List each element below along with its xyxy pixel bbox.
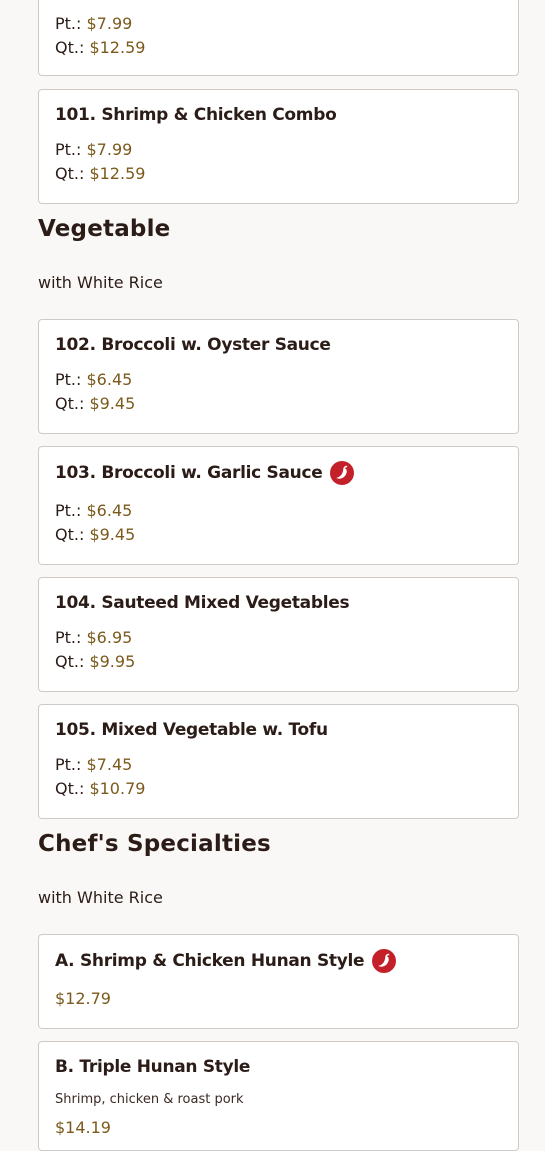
pint-price-line: Pt.: $7.99	[55, 14, 132, 33]
item-title: B. Triple Hunan Style	[55, 1057, 251, 1077]
item-title: 102. Broccoli w. Oyster Sauce	[55, 335, 331, 355]
item-title-row: 101. Shrimp & Chicken Combo	[55, 105, 337, 125]
quart-price: $9.95	[89, 652, 136, 671]
quart-price-line: Qt.: $9.45	[55, 525, 135, 544]
pint-price: $6.45	[86, 370, 133, 389]
item-title-row: 105. Mixed Vegetable w. Tofu	[55, 720, 328, 740]
quart-label: Qt.:	[55, 38, 85, 57]
quart-price: $12.59	[89, 38, 146, 57]
item-title: 103. Broccoli w. Garlic Sauce	[55, 463, 323, 483]
quart-price-line: Qt.: $12.59	[55, 38, 145, 57]
item-price-line: $12.79	[55, 989, 111, 1008]
item-title: 101. Shrimp & Chicken Combo	[55, 105, 337, 125]
pint-price-line: Pt.: $7.99	[55, 140, 132, 159]
chili-pepper-icon	[330, 461, 355, 485]
pint-price: $6.45	[86, 501, 133, 520]
item-title: 105. Mixed Vegetable w. Tofu	[55, 720, 328, 740]
item-title-row: A. Shrimp & Chicken Hunan Style	[55, 949, 397, 973]
item-title-row: 102. Broccoli w. Oyster Sauce	[55, 335, 331, 355]
menu-item-card[interactable]: 104. Sauteed Mixed Vegetables Pt.: $6.95…	[38, 577, 519, 692]
pint-price-line: Pt.: $7.45	[55, 755, 132, 774]
quart-label: Qt.:	[55, 394, 85, 413]
menu-item-card[interactable]: 103. Broccoli w. Garlic Sauce Pt.: $6.45…	[38, 446, 519, 565]
pint-label: Pt.:	[55, 628, 82, 647]
quart-price: $12.59	[89, 164, 146, 183]
pint-label: Pt.:	[55, 140, 82, 159]
menu-item-card[interactable]: 101. Shrimp & Chicken Combo Pt.: $7.99 Q…	[38, 89, 519, 204]
menu-item-card[interactable]: B. Triple Hunan Style Shrimp, chicken & …	[38, 1041, 519, 1151]
pint-price: $6.95	[86, 628, 133, 647]
quart-price: $9.45	[89, 525, 136, 544]
quart-price-line: Qt.: $12.59	[55, 164, 145, 183]
pint-price-line: Pt.: $6.95	[55, 628, 132, 647]
pint-price: $7.99	[86, 140, 133, 159]
pint-label: Pt.:	[55, 501, 82, 520]
pint-label: Pt.:	[55, 755, 82, 774]
quart-price-line: Qt.: $9.95	[55, 652, 135, 671]
quart-price-line: Qt.: $10.79	[55, 779, 145, 798]
item-title-row: 103. Broccoli w. Garlic Sauce	[55, 461, 355, 485]
quart-label: Qt.:	[55, 164, 85, 183]
pint-label: Pt.:	[55, 14, 82, 33]
pint-price-line: Pt.: $6.45	[55, 370, 132, 389]
section-title-vegetable: Vegetable	[38, 216, 171, 242]
quart-label: Qt.:	[55, 779, 85, 798]
menu-item-card[interactable]: Pt.: $7.99 Qt.: $12.59	[38, 0, 519, 76]
section-subtitle-vegetable: with White Rice	[38, 273, 163, 292]
pint-label: Pt.:	[55, 370, 82, 389]
menu-item-card[interactable]: A. Shrimp & Chicken Hunan Style $12.79	[38, 934, 519, 1029]
pint-price-line: Pt.: $6.45	[55, 501, 132, 520]
quart-label: Qt.:	[55, 652, 85, 671]
menu-item-card[interactable]: 102. Broccoli w. Oyster Sauce Pt.: $6.45…	[38, 319, 519, 434]
quart-price-line: Qt.: $9.45	[55, 394, 135, 413]
item-title: 104. Sauteed Mixed Vegetables	[55, 593, 350, 613]
item-title: A. Shrimp & Chicken Hunan Style	[55, 951, 365, 971]
item-description: Shrimp, chicken & roast pork	[55, 1092, 244, 1107]
section-subtitle-chefs-specialties: with White Rice	[38, 888, 163, 907]
item-title-row: 104. Sauteed Mixed Vegetables	[55, 593, 350, 613]
chili-pepper-icon	[372, 949, 397, 973]
item-title-row: B. Triple Hunan Style	[55, 1057, 250, 1077]
quart-price: $9.45	[89, 394, 136, 413]
quart-label: Qt.:	[55, 525, 85, 544]
item-price: $12.79	[55, 989, 111, 1008]
quart-price: $10.79	[89, 779, 146, 798]
menu-item-card[interactable]: 105. Mixed Vegetable w. Tofu Pt.: $7.45 …	[38, 704, 519, 819]
pint-price: $7.45	[86, 755, 133, 774]
section-title-chefs-specialties: Chef's Specialties	[38, 831, 271, 857]
pint-price: $7.99	[86, 14, 133, 33]
